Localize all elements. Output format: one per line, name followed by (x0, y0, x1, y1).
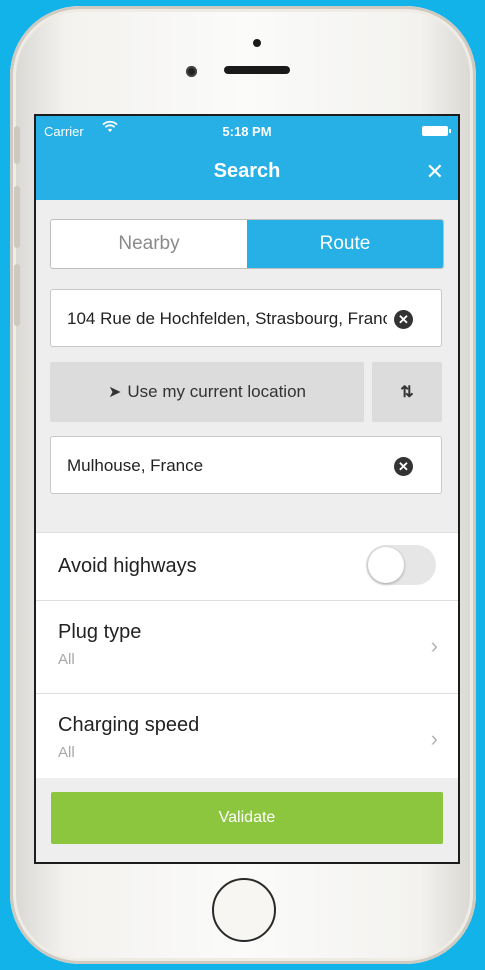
status-bar: Carrier 5:18 PM (36, 116, 458, 146)
front-camera (186, 66, 197, 77)
proximity-sensor (253, 39, 261, 47)
earpiece-speaker (224, 66, 290, 74)
battery-icon (422, 126, 451, 136)
volume-up-button (14, 186, 20, 248)
avoid-highways-label: Avoid highways (58, 555, 197, 577)
toggle-knob (368, 547, 404, 583)
mode-segmented-control: Nearby Route (50, 219, 444, 269)
chevron-right-icon: › (430, 633, 438, 658)
app-screen: Carrier 5:18 PM Search ✕ Nearby Route 10… (34, 114, 460, 864)
plug-type-value: All (58, 651, 75, 668)
tab-nearby[interactable]: Nearby (51, 220, 247, 268)
chevron-right-icon: › (430, 726, 438, 751)
clear-destination-icon[interactable]: ✕ (394, 457, 413, 476)
swap-button[interactable]: ⇅ (372, 362, 442, 422)
destination-field[interactable]: Mulhouse, France ✕ (50, 436, 442, 494)
mute-switch (14, 126, 20, 164)
charging-speed-value: All (58, 744, 75, 761)
tab-route[interactable]: Route (247, 220, 443, 268)
plug-type-row[interactable]: Plug type All › (36, 601, 458, 694)
nav-bar: Carrier 5:18 PM Search ✕ (36, 116, 458, 200)
close-icon[interactable]: ✕ (426, 160, 444, 184)
origin-field[interactable]: 104 Rue de Hochfelden, Strasbourg, Franc… (50, 289, 442, 347)
swap-icon: ⇅ (400, 384, 414, 401)
avoid-highways-row: Avoid highways (36, 533, 458, 601)
volume-down-button (14, 264, 20, 326)
options-list: Avoid highways Plug type All › Charging … (36, 532, 458, 778)
destination-input[interactable]: Mulhouse, France (67, 456, 387, 476)
validate-button[interactable]: Validate (51, 792, 443, 844)
home-button[interactable] (212, 878, 276, 942)
avoid-highways-toggle[interactable] (366, 545, 436, 585)
plug-type-label: Plug type (58, 621, 142, 643)
charging-speed-row[interactable]: Charging speed All › (36, 694, 458, 778)
origin-input[interactable]: 104 Rue de Hochfelden, Strasbourg, Franc… (67, 309, 387, 329)
phone-frame: Carrier 5:18 PM Search ✕ Nearby Route 10… (10, 6, 476, 964)
current-location-label: Use my current location (127, 382, 306, 401)
page-title: Search (213, 160, 281, 182)
status-time: 5:18 PM (222, 124, 272, 139)
location-arrow-icon: ➤ (108, 384, 122, 401)
use-current-location-button[interactable]: ➤ Use my current location (50, 362, 364, 422)
clear-origin-icon[interactable]: ✕ (394, 310, 413, 329)
charging-speed-label: Charging speed (58, 714, 200, 736)
